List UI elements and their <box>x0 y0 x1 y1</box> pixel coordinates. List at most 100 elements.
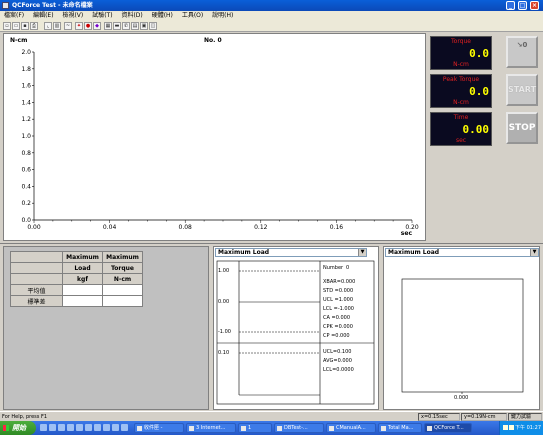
taskbar-item[interactable]: Total Ma... <box>378 423 422 433</box>
menu-data[interactable]: 資料(D) <box>121 12 142 19</box>
save-icon[interactable]: ▪ <box>21 22 29 30</box>
stop-icon[interactable]: ● <box>84 22 92 30</box>
color-icon[interactable]: ◆ <box>93 22 101 30</box>
tray-icon[interactable] <box>503 425 508 430</box>
print-icon[interactable]: ⎙ <box>30 22 38 30</box>
menu-view[interactable]: 檢視(V) <box>62 12 83 19</box>
status-bar: For Help, press F1 x=0.15sec y=0.19N-cm … <box>0 411 543 421</box>
grid-icon[interactable]: ▤ <box>131 22 139 30</box>
window-title: QCForce Test - 未命名檔案 <box>12 2 93 9</box>
y-tick-label: 1.2 <box>21 116 31 123</box>
taskbar-item[interactable]: QCForce T... <box>424 423 472 433</box>
y-tick-label: 1.4 <box>21 99 31 106</box>
start-button[interactable]: START <box>506 74 538 106</box>
x-unit-label: sec <box>401 230 413 237</box>
main-chart-panel: N-cm No. 0 2.0 1.8 1.6 1.4 1.2 1.0 0.8 0.6 0.4 0.… <box>3 33 426 241</box>
chart-icon[interactable]: ⌞ <box>44 22 52 30</box>
spc-panel: Maximum Load ▼ 1.00 0.00 -1.00 0.10 Numb… <box>213 246 379 410</box>
table-cell[interactable] <box>62 284 103 296</box>
peak-torque-display: Peak Torque 0.0 N-cm <box>430 74 492 108</box>
r-stat: AVG=0.000 <box>323 358 352 364</box>
menu-hardware[interactable]: 硬體(H) <box>152 12 173 19</box>
quicklaunch-icon[interactable] <box>112 424 119 431</box>
taskbar-item[interactable]: CManualA... <box>326 423 376 433</box>
start-menu-button[interactable]: 開始 <box>0 421 36 435</box>
time-value: 0.00 <box>462 123 490 136</box>
table-header: Load <box>62 262 103 274</box>
reset-zero-button[interactable]: ↘0 <box>506 36 538 68</box>
xbar-tick: -1.00 <box>218 329 231 335</box>
quicklaunch-icon[interactable] <box>85 424 92 431</box>
status-y: y=0.19N-cm <box>461 413 507 421</box>
taskbar-item[interactable]: 收件匣 - <box>134 423 184 433</box>
system-tray: 下午 01:27 <box>499 421 543 435</box>
close-button[interactable]: × <box>530 1 539 10</box>
taskbar-item[interactable]: 1 <box>238 423 272 433</box>
window-icon[interactable]: ◫ <box>149 22 157 30</box>
peak-torque-label: Peak Torque <box>442 76 480 83</box>
spc-stat: STD =0.000 <box>323 288 354 294</box>
quicklaunch-icon[interactable] <box>40 424 47 431</box>
r-stat: LCL=0.0000 <box>323 367 354 373</box>
time-label: Time <box>453 114 469 121</box>
table-cell[interactable] <box>102 284 143 296</box>
tool-icon[interactable]: ~ <box>64 22 72 30</box>
y-tick-label: 0.2 <box>21 200 31 207</box>
open-icon[interactable]: ▭ <box>12 22 20 30</box>
phone-icon[interactable]: ✆ <box>122 22 130 30</box>
minimize-button[interactable]: _ <box>506 1 515 10</box>
hist-icon[interactable]: ▥ <box>53 22 61 30</box>
quicklaunch-icon[interactable] <box>103 424 110 431</box>
table-header: Torque <box>102 262 143 274</box>
y-tick-label: 0.6 <box>21 167 31 174</box>
xbar-tick: 1.00 <box>218 268 230 274</box>
table-header: N-cm <box>102 273 143 285</box>
spc-stat: XBAR=0.000 <box>323 279 356 285</box>
maximize-button[interactable]: □ <box>518 1 527 10</box>
number-value: 0 <box>346 265 350 271</box>
table-cell[interactable] <box>62 295 103 307</box>
menu-tools[interactable]: 工具(O) <box>182 12 203 19</box>
quicklaunch-icon[interactable] <box>94 424 101 431</box>
device-icon[interactable]: ▦ <box>104 22 112 30</box>
row-label-mean: 平均值 <box>10 284 63 296</box>
y-tick-label: 0.4 <box>21 183 31 190</box>
table-corner <box>10 273 63 285</box>
histogram-panel: Maximum Load ▼ 0.000 <box>383 246 540 410</box>
menu-file[interactable]: 檔案(F) <box>4 12 24 19</box>
x-tick-label: 0.00 <box>27 224 41 231</box>
meter-icon[interactable]: ▬ <box>113 22 121 30</box>
spc-stat: CP =0.000 <box>323 333 350 339</box>
table-header: Maximum <box>102 251 143 263</box>
taskbar-item[interactable]: 3 Internet... <box>186 423 236 433</box>
stats-panel: Maximum Maximum Load Torque kgf N-cm 平均值… <box>3 246 209 410</box>
windows-logo-icon <box>3 425 9 431</box>
quicklaunch-icon[interactable] <box>49 424 56 431</box>
quicklaunch-icon[interactable] <box>58 424 65 431</box>
quicklaunch-icon[interactable] <box>76 424 83 431</box>
control-panel: Torque 0.0 N-cm Peak Torque 0.0 N-cm Tim… <box>428 33 540 241</box>
spc-stat: CA =0.000 <box>323 315 351 321</box>
quicklaunch-icon[interactable] <box>121 424 128 431</box>
histogram-svg <box>401 278 524 394</box>
menu-help[interactable]: 說明(H) <box>212 12 233 19</box>
main-chart-svg: 2.0 1.8 1.6 1.4 1.2 1.0 0.8 0.6 0.4 0.2 0.00.00 0.0… <box>21 49 418 237</box>
stop-button[interactable]: STOP <box>506 112 538 144</box>
menu-edit[interactable]: 編輯(E) <box>33 12 53 19</box>
quicklaunch-icon[interactable] <box>67 424 74 431</box>
new-icon[interactable]: ▫ <box>3 22 11 30</box>
xbar-tick: 0.00 <box>218 299 230 305</box>
table-header: Maximum <box>62 251 103 263</box>
tray-icon[interactable] <box>509 425 514 430</box>
taskbar-item[interactable]: DBTest-... <box>274 423 324 433</box>
table-corner <box>10 262 63 274</box>
app-window: QCForce Test - 未命名檔案 _ □ × 檔案(F) 編輯(E) 檢… <box>0 0 543 435</box>
export-icon[interactable]: ▣ <box>140 22 148 30</box>
r-stat: UCL=0.100 <box>323 349 352 355</box>
app-icon <box>2 2 9 9</box>
table-cell[interactable] <box>102 295 143 307</box>
menu-bar: 檔案(F) 編輯(E) 檢視(V) 試驗(T) 資料(D) 硬體(H) 工具(O… <box>0 11 543 21</box>
menu-test[interactable]: 試驗(T) <box>92 12 112 19</box>
bottom-separator <box>0 243 543 244</box>
pin-icon[interactable]: ✦ <box>75 22 83 30</box>
